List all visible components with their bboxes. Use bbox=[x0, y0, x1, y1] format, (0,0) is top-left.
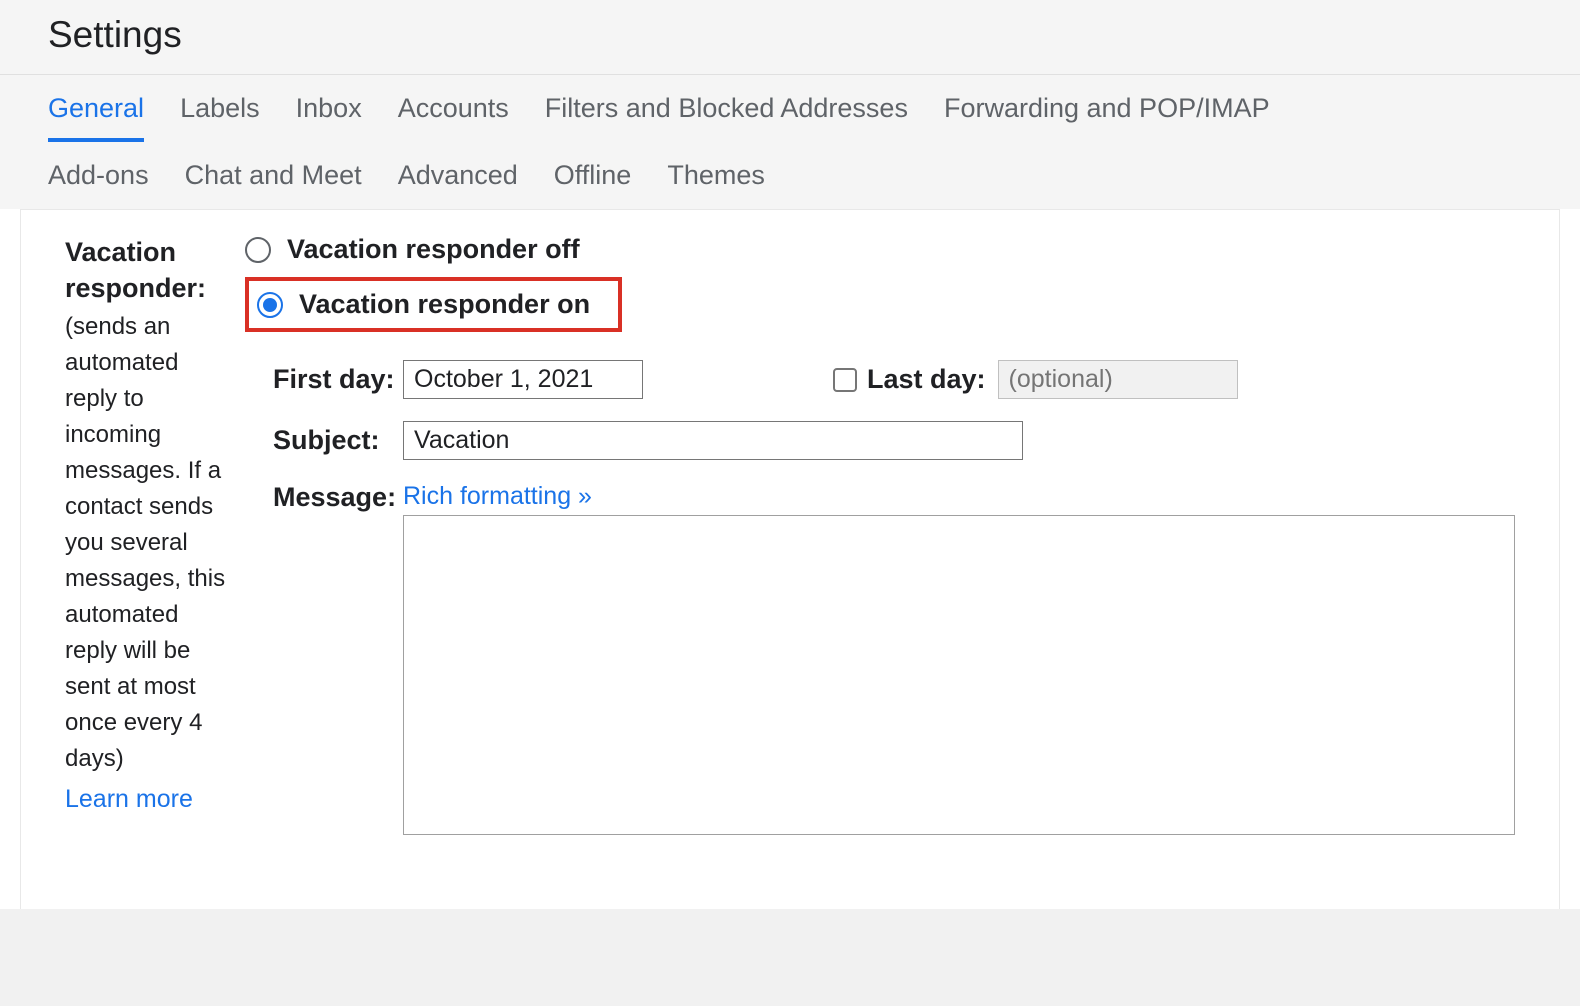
tab-inbox[interactable]: Inbox bbox=[296, 75, 380, 142]
subject-input[interactable] bbox=[403, 421, 1023, 460]
tab-chat-meet[interactable]: Chat and Meet bbox=[185, 142, 380, 209]
tab-general[interactable]: General bbox=[48, 75, 162, 142]
first-day-label: First day: bbox=[273, 364, 403, 395]
last-day-input[interactable] bbox=[998, 360, 1238, 399]
last-day-checkbox[interactable] bbox=[833, 368, 857, 392]
radio-on[interactable] bbox=[257, 292, 283, 318]
message-row: Message: Rich formatting » bbox=[273, 482, 1515, 840]
tab-themes[interactable]: Themes bbox=[667, 142, 783, 209]
learn-more-link[interactable]: Learn more bbox=[65, 785, 193, 814]
radio-off-label: Vacation responder off bbox=[287, 234, 580, 265]
vacation-form: First day: Last day: Subject: Message: bbox=[273, 360, 1515, 840]
section-title: Vacation responder: bbox=[65, 234, 235, 307]
rich-formatting-link[interactable]: Rich formatting » bbox=[403, 482, 592, 511]
message-content: Rich formatting » bbox=[403, 482, 1515, 840]
last-day-label: Last day: bbox=[867, 364, 986, 395]
last-day-group: Last day: bbox=[833, 360, 1238, 399]
tabs-container: General Labels Inbox Accounts Filters an… bbox=[0, 75, 1580, 209]
section-main: Vacation responder off Vacation responde… bbox=[245, 234, 1515, 909]
tab-offline[interactable]: Offline bbox=[554, 142, 650, 209]
radio-off-row: Vacation responder off bbox=[245, 234, 1515, 265]
tab-forwarding[interactable]: Forwarding and POP/IMAP bbox=[944, 75, 1288, 142]
radio-on-highlight: Vacation responder on bbox=[245, 277, 622, 332]
tab-filters[interactable]: Filters and Blocked Addresses bbox=[545, 75, 926, 142]
vacation-responder-section: Vacation responder: (sends an automated … bbox=[20, 209, 1560, 909]
settings-header: Settings bbox=[0, 0, 1580, 75]
radio-on-dot bbox=[263, 298, 277, 312]
message-label: Message: bbox=[273, 482, 403, 513]
message-textarea[interactable] bbox=[403, 515, 1515, 835]
tab-advanced[interactable]: Advanced bbox=[398, 142, 536, 209]
first-day-row: First day: Last day: bbox=[273, 360, 1515, 399]
tabs-row-2: Add-ons Chat and Meet Advanced Offline T… bbox=[48, 142, 1532, 209]
radio-on-label: Vacation responder on bbox=[299, 289, 590, 320]
section-description: (sends an automated reply to incoming me… bbox=[65, 309, 235, 777]
radio-off[interactable] bbox=[245, 237, 271, 263]
tabs-row-1: General Labels Inbox Accounts Filters an… bbox=[48, 75, 1532, 142]
tab-addons[interactable]: Add-ons bbox=[48, 142, 167, 209]
tab-labels[interactable]: Labels bbox=[180, 75, 278, 142]
subject-label: Subject: bbox=[273, 425, 403, 456]
page-title: Settings bbox=[48, 14, 1532, 56]
subject-row: Subject: bbox=[273, 421, 1515, 460]
section-sidebar: Vacation responder: (sends an automated … bbox=[65, 234, 245, 909]
tab-accounts[interactable]: Accounts bbox=[398, 75, 527, 142]
first-day-input[interactable] bbox=[403, 360, 643, 399]
